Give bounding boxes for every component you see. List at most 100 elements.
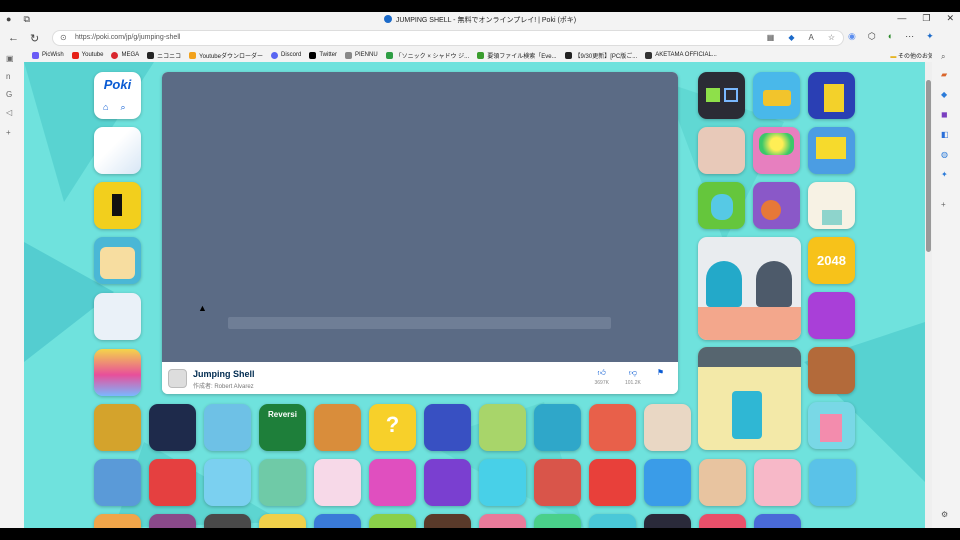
- game-tile[interactable]: [808, 347, 855, 394]
- game-tile[interactable]: [644, 514, 691, 528]
- game-tile[interactable]: [149, 404, 196, 451]
- bookmark-item[interactable]: AKETAMA OFFICIAL...: [645, 51, 717, 59]
- game-tile[interactable]: [534, 514, 581, 528]
- search-icon[interactable]: ⌕: [120, 102, 125, 113]
- toolbox-icon[interactable]: ▰: [941, 70, 947, 79]
- copilot-sidebar-icon[interactable]: ✦: [941, 170, 948, 179]
- url-text[interactable]: https://poki.com/jp/g/jumping-shell: [75, 34, 180, 41]
- more-menu-icon[interactable]: ⋯: [905, 31, 914, 42]
- game-tile[interactable]: [809, 459, 856, 506]
- game-tile[interactable]: [369, 514, 416, 528]
- game-tile[interactable]: [479, 404, 526, 451]
- bookmark-item[interactable]: Discord: [270, 51, 301, 59]
- poki-logo[interactable]: Poki: [94, 77, 141, 92]
- game-tile-featured[interactable]: [698, 347, 801, 450]
- game-tile[interactable]: [698, 72, 745, 119]
- game-tile[interactable]: [808, 182, 855, 229]
- game-tile[interactable]: [479, 514, 526, 528]
- settings-gear-icon[interactable]: ⚙: [941, 510, 948, 519]
- game-tile[interactable]: 2048: [808, 237, 855, 284]
- game-tile[interactable]: [808, 72, 855, 119]
- games-icon[interactable]: ◍: [941, 150, 948, 159]
- game-tile[interactable]: [808, 402, 855, 449]
- game-tile[interactable]: [534, 404, 581, 451]
- scrollbar-thumb[interactable]: [926, 80, 931, 252]
- tab-title[interactable]: JUMPING SHELL - 無料でオンラインプレイ! | Poki (ポキ): [0, 15, 960, 25]
- bookmark-item[interactable]: PicWish: [32, 51, 64, 59]
- like-button[interactable]: 👍︎ 3697K: [595, 368, 609, 386]
- vpn-icon[interactable]: ◐: [888, 31, 893, 42]
- poki-logo-card[interactable]: Poki ⌂ ⌕: [94, 72, 141, 119]
- outlook-icon[interactable]: ◧: [941, 130, 949, 139]
- minimize-button[interactable]: —: [897, 13, 906, 24]
- bookmark-item[interactable]: 【9/30更新】[PC版ご...: [564, 51, 637, 60]
- game-tile[interactable]: [204, 459, 251, 506]
- bookmark-item[interactable]: Youtube: [71, 51, 103, 59]
- page-scrollbar[interactable]: [925, 62, 932, 528]
- restore-button[interactable]: ❐: [922, 13, 930, 24]
- game-tile[interactable]: [699, 459, 746, 506]
- game-tile[interactable]: [94, 404, 141, 451]
- game-tile[interactable]: [424, 514, 471, 528]
- game-tile[interactable]: [753, 127, 800, 174]
- game-tile-featured[interactable]: [698, 237, 801, 340]
- home-icon[interactable]: ⌂: [103, 102, 108, 113]
- game-tile[interactable]: [204, 514, 251, 528]
- game-tile[interactable]: [808, 292, 855, 339]
- game-tile[interactable]: [94, 293, 141, 340]
- game-tile[interactable]: [589, 514, 636, 528]
- game-tile[interactable]: [589, 404, 636, 451]
- bookmark-item[interactable]: MEGA: [111, 51, 139, 59]
- game-tile[interactable]: [314, 514, 361, 528]
- game-tile[interactable]: [94, 459, 141, 506]
- game-tile[interactable]: [94, 237, 141, 284]
- game-tile[interactable]: [808, 127, 855, 174]
- favorite-star-icon[interactable]: ☆: [828, 33, 835, 42]
- game-tile[interactable]: [589, 459, 636, 506]
- extension-icon[interactable]: ◉: [848, 31, 856, 42]
- game-tile[interactable]: [753, 182, 800, 229]
- game-tile[interactable]: [259, 459, 306, 506]
- bookmark-item[interactable]: ニコニコ: [147, 51, 181, 60]
- address-bar[interactable]: ⊙ https://poki.com/jp/g/jumping-shell ▦ …: [52, 30, 844, 46]
- report-button[interactable]: ⚑: [657, 368, 664, 386]
- game-tile[interactable]: ?: [369, 404, 416, 451]
- tab-icon[interactable]: G: [6, 90, 12, 99]
- game-tile[interactable]: [204, 404, 251, 451]
- new-tab-icon[interactable]: +: [6, 128, 11, 137]
- game-tile[interactable]: [754, 459, 801, 506]
- dislike-button[interactable]: 👎︎ 101.2K: [625, 368, 641, 386]
- game-tile[interactable]: [644, 459, 691, 506]
- game-tile[interactable]: [94, 182, 141, 229]
- game-tile[interactable]: [698, 182, 745, 229]
- game-tile[interactable]: [698, 127, 745, 174]
- game-tile[interactable]: [753, 72, 800, 119]
- bookmark-item[interactable]: PIENNU: [345, 51, 378, 59]
- bookmark-item[interactable]: 要領ファイル検索「Eve...: [477, 51, 557, 60]
- app-icon[interactable]: ▦: [767, 33, 775, 42]
- game-tile[interactable]: [314, 404, 361, 451]
- game-tile[interactable]: [424, 459, 471, 506]
- office-icon[interactable]: ◼: [941, 110, 948, 119]
- read-aloud-icon[interactable]: A: [808, 33, 813, 42]
- add-sidebar-app-icon[interactable]: +: [941, 200, 946, 209]
- game-tile[interactable]: [94, 349, 141, 396]
- game-tile[interactable]: [259, 514, 306, 528]
- bookmark-item[interactable]: 「ソニック × シャドウ ジ...: [385, 51, 469, 60]
- game-tile[interactable]: [699, 514, 746, 528]
- copilot-icon[interactable]: ✦: [926, 31, 934, 42]
- game-tile[interactable]: Reversi: [259, 404, 306, 451]
- speaker-icon[interactable]: ◁: [6, 108, 12, 117]
- shopping-icon[interactable]: ◆: [941, 90, 947, 99]
- game-tile[interactable]: [644, 404, 691, 451]
- game-tile[interactable]: [369, 459, 416, 506]
- game-tile[interactable]: [94, 514, 141, 528]
- game-tile[interactable]: [94, 127, 141, 174]
- search-icon[interactable]: ⌕: [941, 52, 945, 62]
- close-button[interactable]: ✕: [946, 13, 954, 24]
- game-tile[interactable]: [424, 404, 471, 451]
- refresh-icon[interactable]: ↻: [30, 32, 39, 45]
- game-tile[interactable]: [754, 514, 801, 528]
- extensions-puzzle-icon[interactable]: ⬡: [868, 31, 876, 42]
- tab-icon[interactable]: n: [6, 72, 10, 81]
